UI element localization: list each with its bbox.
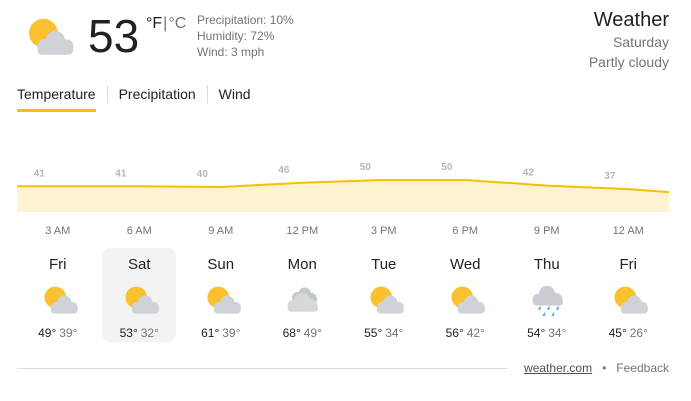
day-sat[interactable]: Sat 53° 32° — [102, 248, 177, 342]
day-tue[interactable]: Tue 55° 34° — [347, 248, 421, 342]
footer-divider — [17, 368, 507, 369]
high-temp: 53° — [119, 326, 138, 340]
high-temp: 56° — [445, 326, 464, 340]
hour-label: 3 PM — [370, 225, 397, 237]
source-link[interactable]: weather.com — [524, 361, 592, 375]
current-details: Precipitation: 10% Humidity: 72% Wind: 3… — [197, 12, 294, 60]
rain-icon — [532, 285, 563, 317]
high-temp: 68° — [282, 326, 301, 340]
hour-label: 6 PM — [452, 225, 479, 237]
partly-cloudy-icon — [18, 14, 76, 62]
celsius-button[interactable]: °C — [168, 15, 186, 32]
day-name: Tue — [371, 256, 397, 273]
temperature-label: 41 — [34, 168, 46, 179]
day-name: Wed — [449, 256, 481, 273]
hour-axis: 3 AM 6 AM 9 AM 12 PM 3 PM 6 PM 9 PM 12 AM — [17, 225, 669, 241]
temperature-label: 42 — [523, 168, 535, 179]
cloudy-icon — [287, 287, 319, 312]
day-fri[interactable]: Fri 45° 26° — [591, 248, 665, 342]
daily-forecast: Fri 49° 39° Sat 53° 32° Sun 61° 39° Mon 68° 49° Tue 5… — [17, 248, 669, 344]
current-temperature: 53 — [88, 10, 140, 62]
high-temp: 61° — [201, 326, 220, 340]
day-thu[interactable]: Thu 54° 34° — [510, 248, 584, 342]
high-temp: 54° — [527, 326, 546, 340]
unit-toggle: °F|°C — [146, 14, 186, 34]
hour-label: 12 AM — [612, 225, 644, 237]
temperature-label: 50 — [441, 162, 453, 173]
wind-detail: Wind: 3 mph — [197, 45, 265, 59]
tab-divider — [206, 85, 208, 103]
day-fri[interactable]: Fri 49° 39° — [21, 248, 95, 342]
day-name: Thu — [533, 256, 560, 273]
day-temps: 68° 49° — [265, 325, 339, 341]
chart-tabs: Temperature Precipitation Wind — [17, 84, 251, 112]
humidity-detail: Humidity: 72% — [197, 29, 275, 43]
partly-cloudy-icon — [207, 286, 241, 314]
temperature-label: 46 — [278, 165, 290, 176]
day-name: Sun — [207, 256, 235, 273]
partly-cloudy-icon — [614, 286, 649, 314]
low-temp: 42° — [466, 326, 485, 340]
hour-label: 6 AM — [126, 225, 152, 237]
temperature-area — [17, 180, 669, 212]
day-sun[interactable]: Sun 61° 39° — [184, 248, 258, 342]
day-temps: 49° 39° — [21, 325, 95, 341]
hour-label: 3 AM — [45, 225, 71, 237]
temperature-label: 50 — [360, 162, 372, 173]
partly-cloudy-icon — [125, 286, 160, 314]
weather-title: Weather — [593, 9, 669, 31]
high-temp: 55° — [364, 326, 383, 340]
tab-divider — [106, 85, 108, 103]
day-temps: 56° 42° — [428, 325, 502, 341]
low-temp: 39° — [222, 326, 241, 340]
precipitation-detail: Precipitation: 10% — [197, 13, 294, 27]
high-temp: 45° — [608, 326, 627, 340]
low-temp: 26° — [629, 326, 648, 340]
day-name: Fri — [619, 256, 638, 273]
tab-wind[interactable]: Wind — [219, 84, 251, 112]
weather-condition: Partly cloudy — [588, 54, 669, 70]
low-temp: 34° — [548, 326, 567, 340]
temperature-label: 41 — [115, 168, 127, 179]
high-temp: 49° — [38, 326, 57, 340]
day-name: Sat — [127, 256, 151, 273]
feedback-link[interactable]: Feedback — [616, 361, 669, 375]
hour-label: 12 PM — [286, 225, 319, 237]
day-temps: 54° 34° — [510, 325, 584, 341]
day-name: Mon — [287, 256, 317, 273]
temperature-chart: 41 41 40 46 50 50 42 37 — [17, 162, 670, 212]
temperature-label: 40 — [197, 169, 209, 180]
low-temp: 32° — [140, 326, 159, 340]
low-temp: 49° — [303, 326, 322, 340]
day-temps: 61° 39° — [184, 325, 258, 341]
hour-label: 9 PM — [533, 225, 560, 237]
tab-temperature[interactable]: Temperature — [17, 84, 96, 112]
weather-day: Saturday — [612, 34, 669, 50]
day-mon[interactable]: Mon 68° 49° — [265, 248, 339, 342]
unit-separator: | — [163, 15, 168, 32]
partly-cloudy-icon — [451, 286, 486, 314]
day-temps: 55° 34° — [347, 325, 421, 341]
temperature-label: 37 — [604, 171, 616, 182]
day-wed[interactable]: Wed 56° 42° — [428, 248, 502, 342]
partly-cloudy-icon — [370, 286, 404, 314]
day-temps: 45° 26° — [591, 325, 665, 341]
day-name: Fri — [49, 256, 67, 273]
partly-cloudy-icon — [44, 286, 78, 314]
hour-label: 9 AM — [208, 225, 234, 237]
low-temp: 34° — [385, 326, 404, 340]
tab-precipitation[interactable]: Precipitation — [119, 84, 196, 112]
day-temps: 53° 32° — [102, 325, 176, 341]
weather-header: Weather Saturday Partly cloudy — [589, 8, 669, 72]
footer-dot: • — [602, 361, 607, 375]
footer: weather.com • Feedback — [524, 360, 669, 376]
fahrenheit-button[interactable]: °F — [146, 15, 162, 32]
low-temp: 39° — [59, 326, 78, 340]
